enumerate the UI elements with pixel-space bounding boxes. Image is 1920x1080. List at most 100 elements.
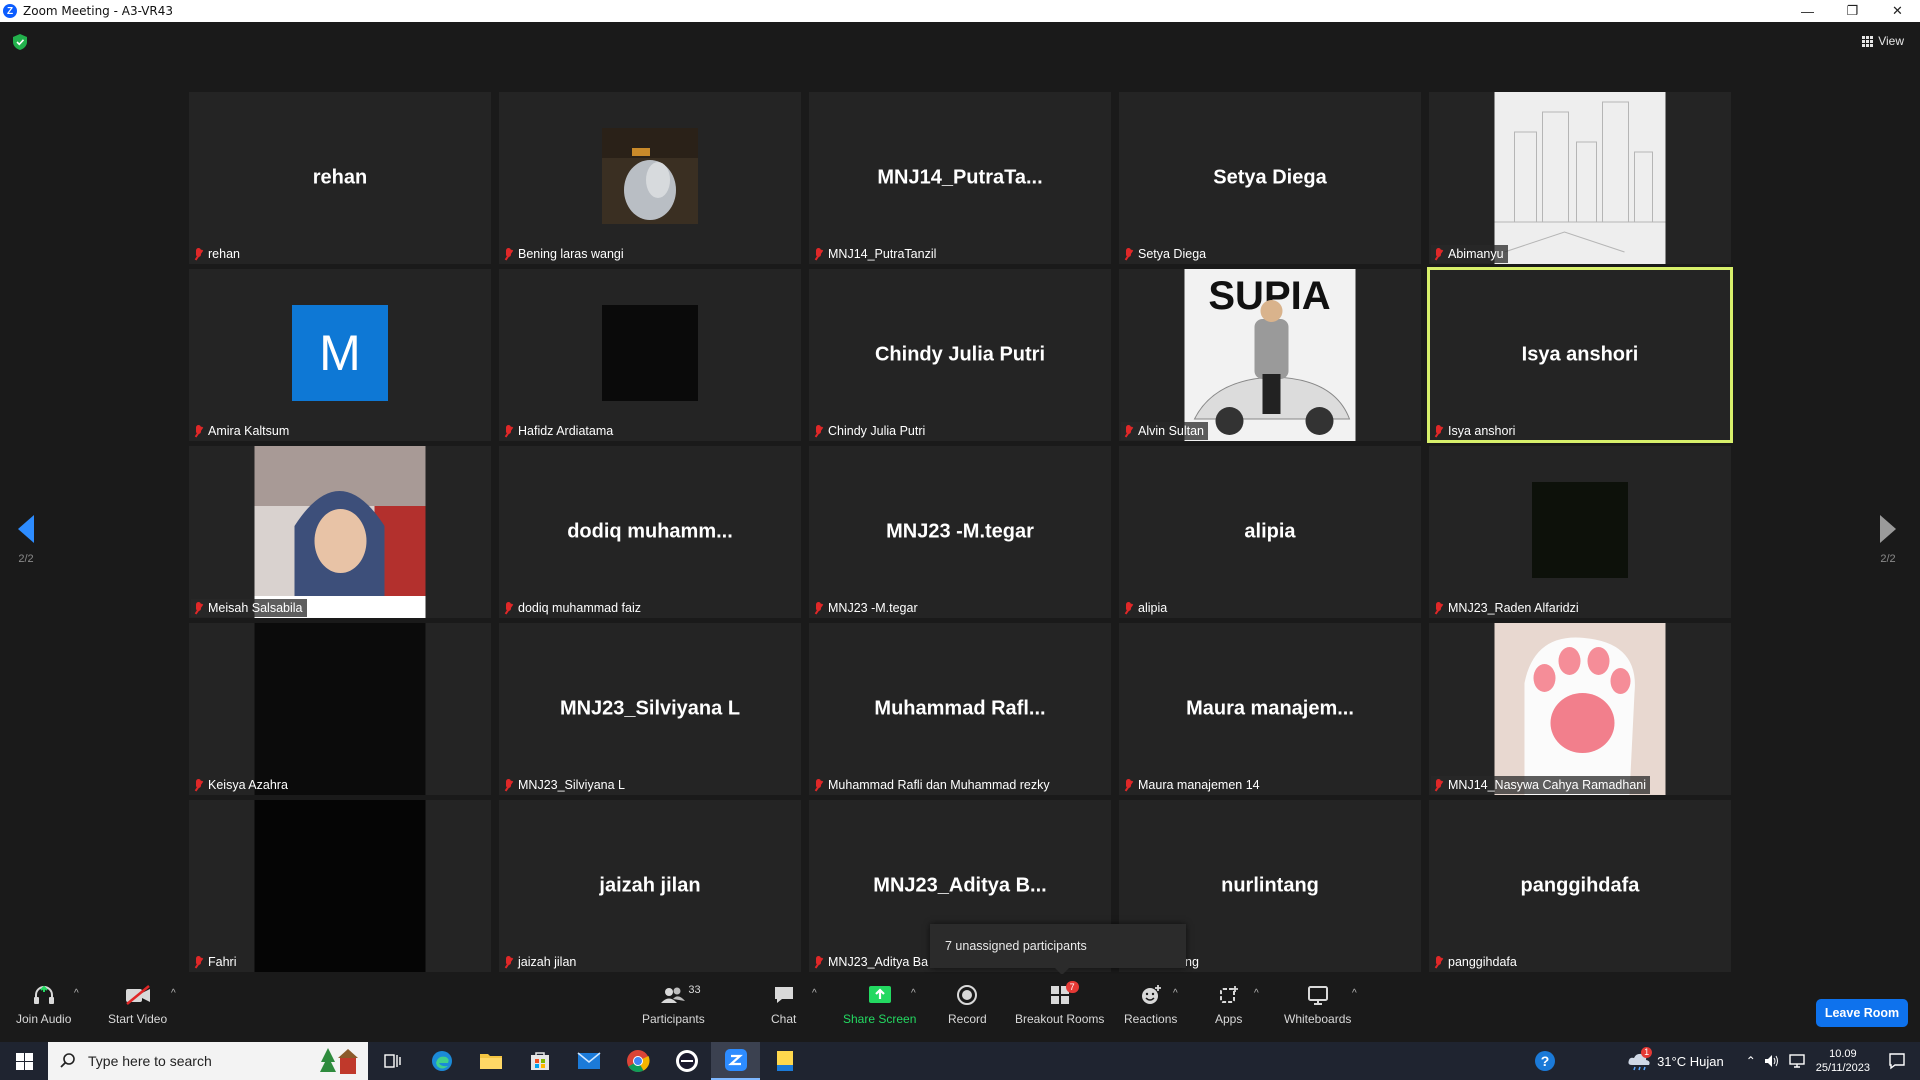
participant-photo xyxy=(1494,92,1666,264)
volume-icon[interactable] xyxy=(1764,1054,1780,1068)
mic-muted-icon xyxy=(193,424,204,438)
participant-name-label: alipia xyxy=(1121,599,1171,617)
participant-name: alipia xyxy=(1138,601,1168,615)
participant-tile[interactable]: Hafidz Ardiatama xyxy=(499,269,801,441)
whiteboards-button[interactable]: Whiteboards xyxy=(1284,984,1351,1026)
participant-tile[interactable]: Setya Diega Setya Diega xyxy=(1119,92,1421,264)
page-indicator-left: 2/2 xyxy=(18,553,34,565)
participant-display-name: Maura manajem... xyxy=(1186,697,1354,720)
chat-button[interactable]: Chat xyxy=(771,984,796,1026)
mic-muted-icon xyxy=(1433,601,1444,615)
participant-tile[interactable]: Maura manajem... Maura manajemen 14 xyxy=(1119,623,1421,795)
chat-options-caret-icon[interactable]: ^ xyxy=(812,988,817,999)
mic-muted-icon xyxy=(1123,601,1134,615)
participant-display-name: rehan xyxy=(312,166,368,189)
participant-name-label: Amira Kaltsum xyxy=(191,422,293,440)
participant-tile[interactable]: alipia alipia xyxy=(1119,446,1421,618)
mail-icon xyxy=(576,1052,601,1069)
apps-options-caret-icon[interactable]: ^ xyxy=(1254,988,1259,999)
participant-tile[interactable]: Bening laras wangi xyxy=(499,92,801,264)
previous-page-button[interactable]: 2/2 xyxy=(18,515,34,565)
minimize-icon[interactable]: — xyxy=(1785,0,1830,22)
share-options-caret-icon[interactable]: ^ xyxy=(911,988,916,999)
record-button[interactable]: Record xyxy=(948,984,987,1026)
taskbar-file-explorer[interactable] xyxy=(466,1042,515,1080)
chevron-up-icon[interactable]: ⌃ xyxy=(1746,1054,1756,1068)
taskbar-app[interactable] xyxy=(662,1042,711,1080)
participant-name: MNJ23 -M.tegar xyxy=(828,601,918,615)
view-button[interactable]: View xyxy=(1862,34,1904,48)
participant-name: MNJ14_Nasywa Cahya Ramadhani xyxy=(1448,778,1647,792)
system-clock[interactable]: 10.09 25/11/2023 xyxy=(1816,1047,1870,1075)
close-icon[interactable]: ✕ xyxy=(1875,0,1920,22)
join-audio-button[interactable]: Join Audio xyxy=(16,984,71,1026)
participant-tile[interactable]: Muhammad Rafl... Muhammad Rafli dan Muha… xyxy=(809,623,1111,795)
video-options-caret-icon[interactable]: ^ xyxy=(171,988,176,999)
taskbar-edge[interactable] xyxy=(417,1042,466,1080)
participant-tile[interactable]: Fahri xyxy=(189,800,491,972)
participant-name-label: Bening laras wangi xyxy=(501,245,628,263)
network-icon[interactable] xyxy=(1788,1054,1806,1068)
participant-tile[interactable]: MNJ23_Raden Alfaridzi xyxy=(1429,446,1731,618)
start-video-label: Start Video xyxy=(108,1012,168,1026)
reactions-button[interactable]: Reactions xyxy=(1124,984,1177,1026)
shield-icon[interactable] xyxy=(13,34,27,50)
help-icon[interactable]: ? xyxy=(1533,1049,1557,1073)
participant-tile[interactable]: rehan rehan xyxy=(189,92,491,264)
participant-tile[interactable]: Abimanyu xyxy=(1429,92,1731,264)
participant-tile[interactable]: Chindy Julia Putri Chindy Julia Putri xyxy=(809,269,1111,441)
start-button[interactable] xyxy=(0,1042,48,1080)
participant-tile[interactable]: SUPIA Alvin Sultan xyxy=(1119,269,1421,441)
weather-widget[interactable]: 1 31°C Hujan xyxy=(1627,1047,1724,1071)
mic-muted-icon xyxy=(503,424,514,438)
participant-tile[interactable]: panggihdafa panggihdafa xyxy=(1429,800,1731,972)
notifications-icon[interactable] xyxy=(1888,1052,1906,1070)
audio-options-caret-icon[interactable]: ^ xyxy=(74,988,79,999)
clock-time: 10.09 xyxy=(1829,1048,1857,1060)
arrow-right-icon xyxy=(1880,515,1896,543)
task-view-button[interactable] xyxy=(368,1042,417,1080)
participant-tile[interactable]: Meisah Salsabila xyxy=(189,446,491,618)
taskbar-mail[interactable] xyxy=(564,1042,613,1080)
whiteboards-options-caret-icon[interactable]: ^ xyxy=(1352,988,1357,999)
participants-button[interactable]: 33 Participants xyxy=(642,984,705,1026)
participant-display-name: Chindy Julia Putri xyxy=(874,343,1046,366)
leave-room-button[interactable]: Leave Room xyxy=(1816,999,1908,1027)
reactions-options-caret-icon[interactable]: ^ xyxy=(1173,988,1178,999)
taskbar-sticky-notes[interactable] xyxy=(760,1042,809,1080)
participant-name-label: Meisah Salsabila xyxy=(191,599,307,617)
participants-icon: 33 xyxy=(660,984,701,1006)
participant-name-label: MNJ23 -M.tegar xyxy=(811,599,922,617)
participant-tile[interactable]: MNJ14_PutraTa... MNJ14_PutraTanzil xyxy=(809,92,1111,264)
participant-photo xyxy=(254,446,426,618)
active-speaker-tile[interactable]: Isya anshori Isya anshori xyxy=(1427,267,1733,443)
taskbar-search-box[interactable]: Type here to search xyxy=(48,1042,368,1080)
start-video-button[interactable]: Start Video xyxy=(108,984,167,1026)
share-screen-icon xyxy=(867,984,893,1006)
restore-icon[interactable]: ❐ xyxy=(1830,0,1875,22)
next-page-button[interactable]: 2/2 xyxy=(1880,515,1896,565)
system-tray: ? 1 31°C Hujan ⌃ 10.09 25/11/2023 xyxy=(1533,1042,1920,1080)
breakout-rooms-badge: 7 xyxy=(1065,981,1079,993)
breakout-rooms-label: Breakout Rooms xyxy=(1015,1012,1105,1026)
window-title: Zoom Meeting - A3-VR43 xyxy=(23,4,174,18)
participant-tile[interactable]: MNJ14_Nasywa Cahya Ramadhani xyxy=(1429,623,1731,795)
participant-tile[interactable]: Keisya Azahra xyxy=(189,623,491,795)
participant-tile[interactable]: MNJ23 -M.tegar MNJ23 -M.tegar xyxy=(809,446,1111,618)
participant-name-label: MNJ14_Nasywa Cahya Ramadhani xyxy=(1431,776,1651,794)
taskbar-zoom[interactable] xyxy=(711,1042,760,1080)
participant-tile[interactable]: jaizah jilan jaizah jilan xyxy=(499,800,801,972)
participant-tile[interactable]: M Amira Kaltsum xyxy=(189,269,491,441)
participants-count: 33 xyxy=(688,984,701,996)
participant-name: ng xyxy=(1185,955,1199,969)
participant-display-name: dodiq muhamm... xyxy=(567,520,733,543)
taskbar-store[interactable] xyxy=(515,1042,564,1080)
breakout-rooms-button[interactable]: 7 Breakout Rooms xyxy=(1015,981,1105,1026)
participant-name-label: Chindy Julia Putri xyxy=(811,422,929,440)
apps-button[interactable]: Apps xyxy=(1215,984,1242,1026)
participant-tile[interactable]: MNJ23_Silviyana L MNJ23_Silviyana L xyxy=(499,623,801,795)
taskbar-chrome[interactable] xyxy=(613,1042,662,1080)
participant-name-label: Fahri xyxy=(191,953,240,971)
share-screen-button[interactable]: Share Screen xyxy=(843,984,916,1026)
participant-tile[interactable]: dodiq muhamm... dodiq muhammad faiz xyxy=(499,446,801,618)
